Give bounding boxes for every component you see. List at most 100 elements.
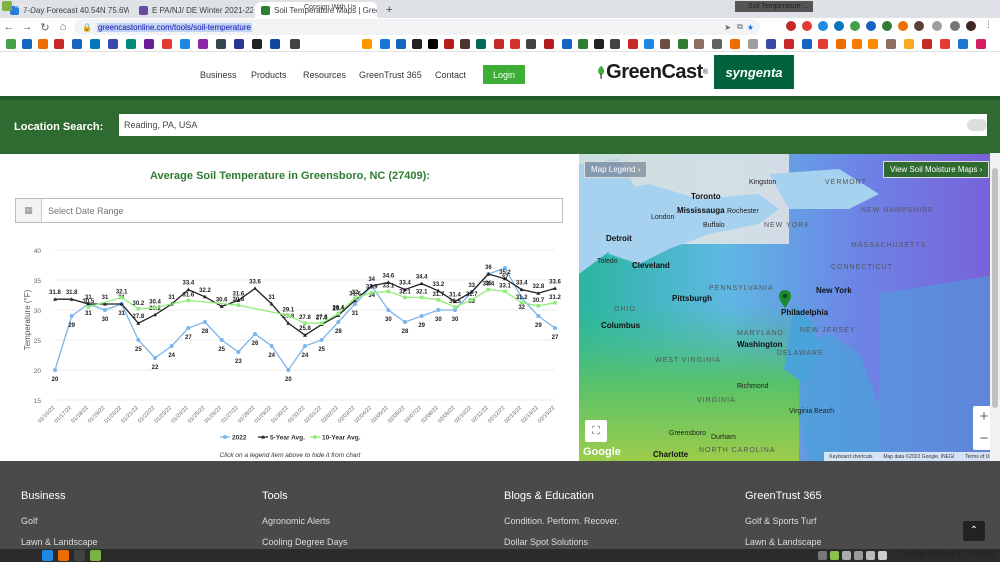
start-menu-button[interactable]: Menu — [2, 1, 33, 11]
location-search-input[interactable] — [119, 114, 987, 136]
footer-link[interactable]: Agronomic Alerts — [262, 516, 462, 526]
forward-icon[interactable]: → — [18, 21, 36, 33]
greencast-logo[interactable]: GreenCast ® — [596, 56, 708, 88]
tray-icon[interactable] — [842, 551, 851, 560]
map-legend-button[interactable]: Map Legend › — [584, 161, 648, 178]
extension-icon[interactable] — [834, 21, 844, 31]
share-icon[interactable]: ⧉ — [737, 22, 743, 32]
back-icon[interactable]: ← — [0, 21, 18, 33]
bookmark-icon[interactable] — [428, 39, 438, 49]
bookmark-icon[interactable] — [852, 39, 862, 49]
bookmark-icon[interactable] — [766, 39, 776, 49]
taskbar-app-icon[interactable] — [58, 550, 69, 561]
bookmark-icon[interactable] — [162, 39, 172, 49]
bookmark-icon[interactable] — [252, 39, 262, 49]
extension-icon[interactable] — [914, 21, 924, 31]
bookmark-star-icon[interactable]: ★ — [747, 23, 754, 32]
syngenta-logo[interactable]: syngenta — [714, 55, 794, 89]
legend-item[interactable]: 10-Year Avg. — [322, 435, 361, 442]
bookmark-icon[interactable] — [270, 39, 280, 49]
login-button[interactable]: Login — [483, 65, 525, 84]
avatar[interactable] — [966, 21, 976, 31]
bookmark-icon[interactable] — [54, 39, 64, 49]
tray-icon[interactable] — [818, 551, 827, 560]
bookmark-icon[interactable] — [144, 39, 154, 49]
taskbar-app-icon[interactable] — [42, 550, 53, 561]
bookmark-icon[interactable] — [940, 39, 950, 49]
bookmark-icon[interactable] — [108, 39, 118, 49]
bookmark-icon[interactable] — [578, 39, 588, 49]
terminal-icon[interactable] — [74, 550, 85, 561]
page-scrollbar-thumb[interactable] — [992, 168, 998, 408]
bookmark-icon[interactable] — [412, 39, 422, 49]
chart-legend[interactable]: 2022 5-Year Avg. 10-Year Avg. — [220, 435, 361, 442]
bookmark-icon[interactable] — [460, 39, 470, 49]
extension-icon[interactable] — [802, 21, 812, 31]
reload-icon[interactable]: ↻ — [36, 21, 54, 34]
bookmark-icon[interactable] — [216, 39, 226, 49]
bookmark-icon[interactable] — [610, 39, 620, 49]
extension-icon[interactable] — [786, 21, 796, 31]
footer-link[interactable]: Golf — [21, 516, 221, 526]
bookmark-icon[interactable] — [836, 39, 846, 49]
bookmark-icon[interactable] — [444, 39, 454, 49]
tray-volume-icon[interactable] — [878, 551, 887, 560]
bookmark-icon[interactable] — [234, 39, 244, 49]
footer-link[interactable]: Cooling Degree Days — [262, 537, 462, 547]
footer-link[interactable]: Dollar Spot Solutions — [504, 537, 704, 547]
extension-icon[interactable] — [866, 21, 876, 31]
bookmark-icon[interactable] — [494, 39, 504, 49]
bookmark-icon[interactable] — [730, 39, 740, 49]
fullscreen-icon[interactable]: ⛶ — [585, 420, 607, 442]
bookmark-icon[interactable] — [22, 39, 32, 49]
footer-link[interactable]: Lawn & Landscape — [745, 537, 945, 547]
bookmark-icon[interactable] — [126, 39, 136, 49]
date-range-picker[interactable]: ▦ — [15, 198, 563, 223]
nav-resources[interactable]: Resources — [303, 70, 346, 80]
bookmark-icon[interactable] — [476, 39, 486, 49]
bookmark-icon[interactable] — [868, 39, 878, 49]
soil-moisture-button[interactable]: View Soil Moisture Maps › — [883, 161, 990, 178]
extension-icon[interactable] — [898, 21, 908, 31]
bookmark-icon[interactable] — [6, 39, 16, 49]
bookmark-icon[interactable] — [38, 39, 48, 49]
extension-icon[interactable] — [818, 21, 828, 31]
bookmark-icon[interactable] — [628, 39, 638, 49]
bookmark-icon[interactable] — [660, 39, 670, 49]
legend-item[interactable]: 5-Year Avg. — [270, 435, 305, 442]
map-pin-icon[interactable] — [779, 290, 791, 308]
search-toggle-icon[interactable] — [967, 119, 987, 131]
browser-tab-winter[interactable]: E PA/NJ/ DE Winter 2021-22 O ✕ — [133, 2, 253, 18]
new-tab-button[interactable]: + — [380, 2, 396, 18]
nav-products[interactable]: Products — [251, 70, 287, 80]
bookmark-icon[interactable] — [922, 39, 932, 49]
bookmark-consign[interactable]: Consign With Us — [304, 4, 356, 11]
bookmark-icon[interactable] — [72, 39, 82, 49]
taskbar-window-soil[interactable]: Soil Temperature ... — [735, 1, 813, 12]
bookmark-icon[interactable] — [904, 39, 914, 49]
date-range-input[interactable] — [42, 205, 542, 216]
extension-icon[interactable] — [850, 21, 860, 31]
bookmark-icon[interactable] — [712, 39, 722, 49]
bookmark-icon[interactable] — [802, 39, 812, 49]
bookmark-icon[interactable] — [510, 39, 520, 49]
tray-network-icon[interactable] — [866, 551, 875, 560]
address-bar[interactable]: 🔒 greencastonline.com/tools/soil-tempera… — [74, 19, 760, 35]
bookmark-icon[interactable] — [396, 39, 406, 49]
bookmark-icon[interactable] — [290, 39, 300, 49]
menu-dots-icon[interactable]: ⋮ — [984, 19, 994, 29]
bookmark-icon[interactable] — [818, 39, 828, 49]
bookmark-icon[interactable] — [526, 39, 536, 49]
footer-link[interactable]: Golf & Sports Turf — [745, 516, 945, 526]
bookmark-icon[interactable] — [748, 39, 758, 49]
bookmark-icon[interactable] — [180, 39, 190, 49]
bookmark-icon[interactable] — [594, 39, 604, 49]
bookmark-icon[interactable] — [784, 39, 794, 49]
calendar-icon[interactable]: ▦ — [16, 199, 42, 222]
footer-link[interactable]: Lawn & Landscape — [21, 537, 221, 547]
tray-icon[interactable] — [854, 551, 863, 560]
bookmark-icon[interactable] — [362, 39, 372, 49]
tray-shield-icon[interactable] — [830, 551, 839, 560]
home-icon[interactable]: ⌂ — [54, 21, 72, 33]
bookmark-icon[interactable] — [198, 39, 208, 49]
